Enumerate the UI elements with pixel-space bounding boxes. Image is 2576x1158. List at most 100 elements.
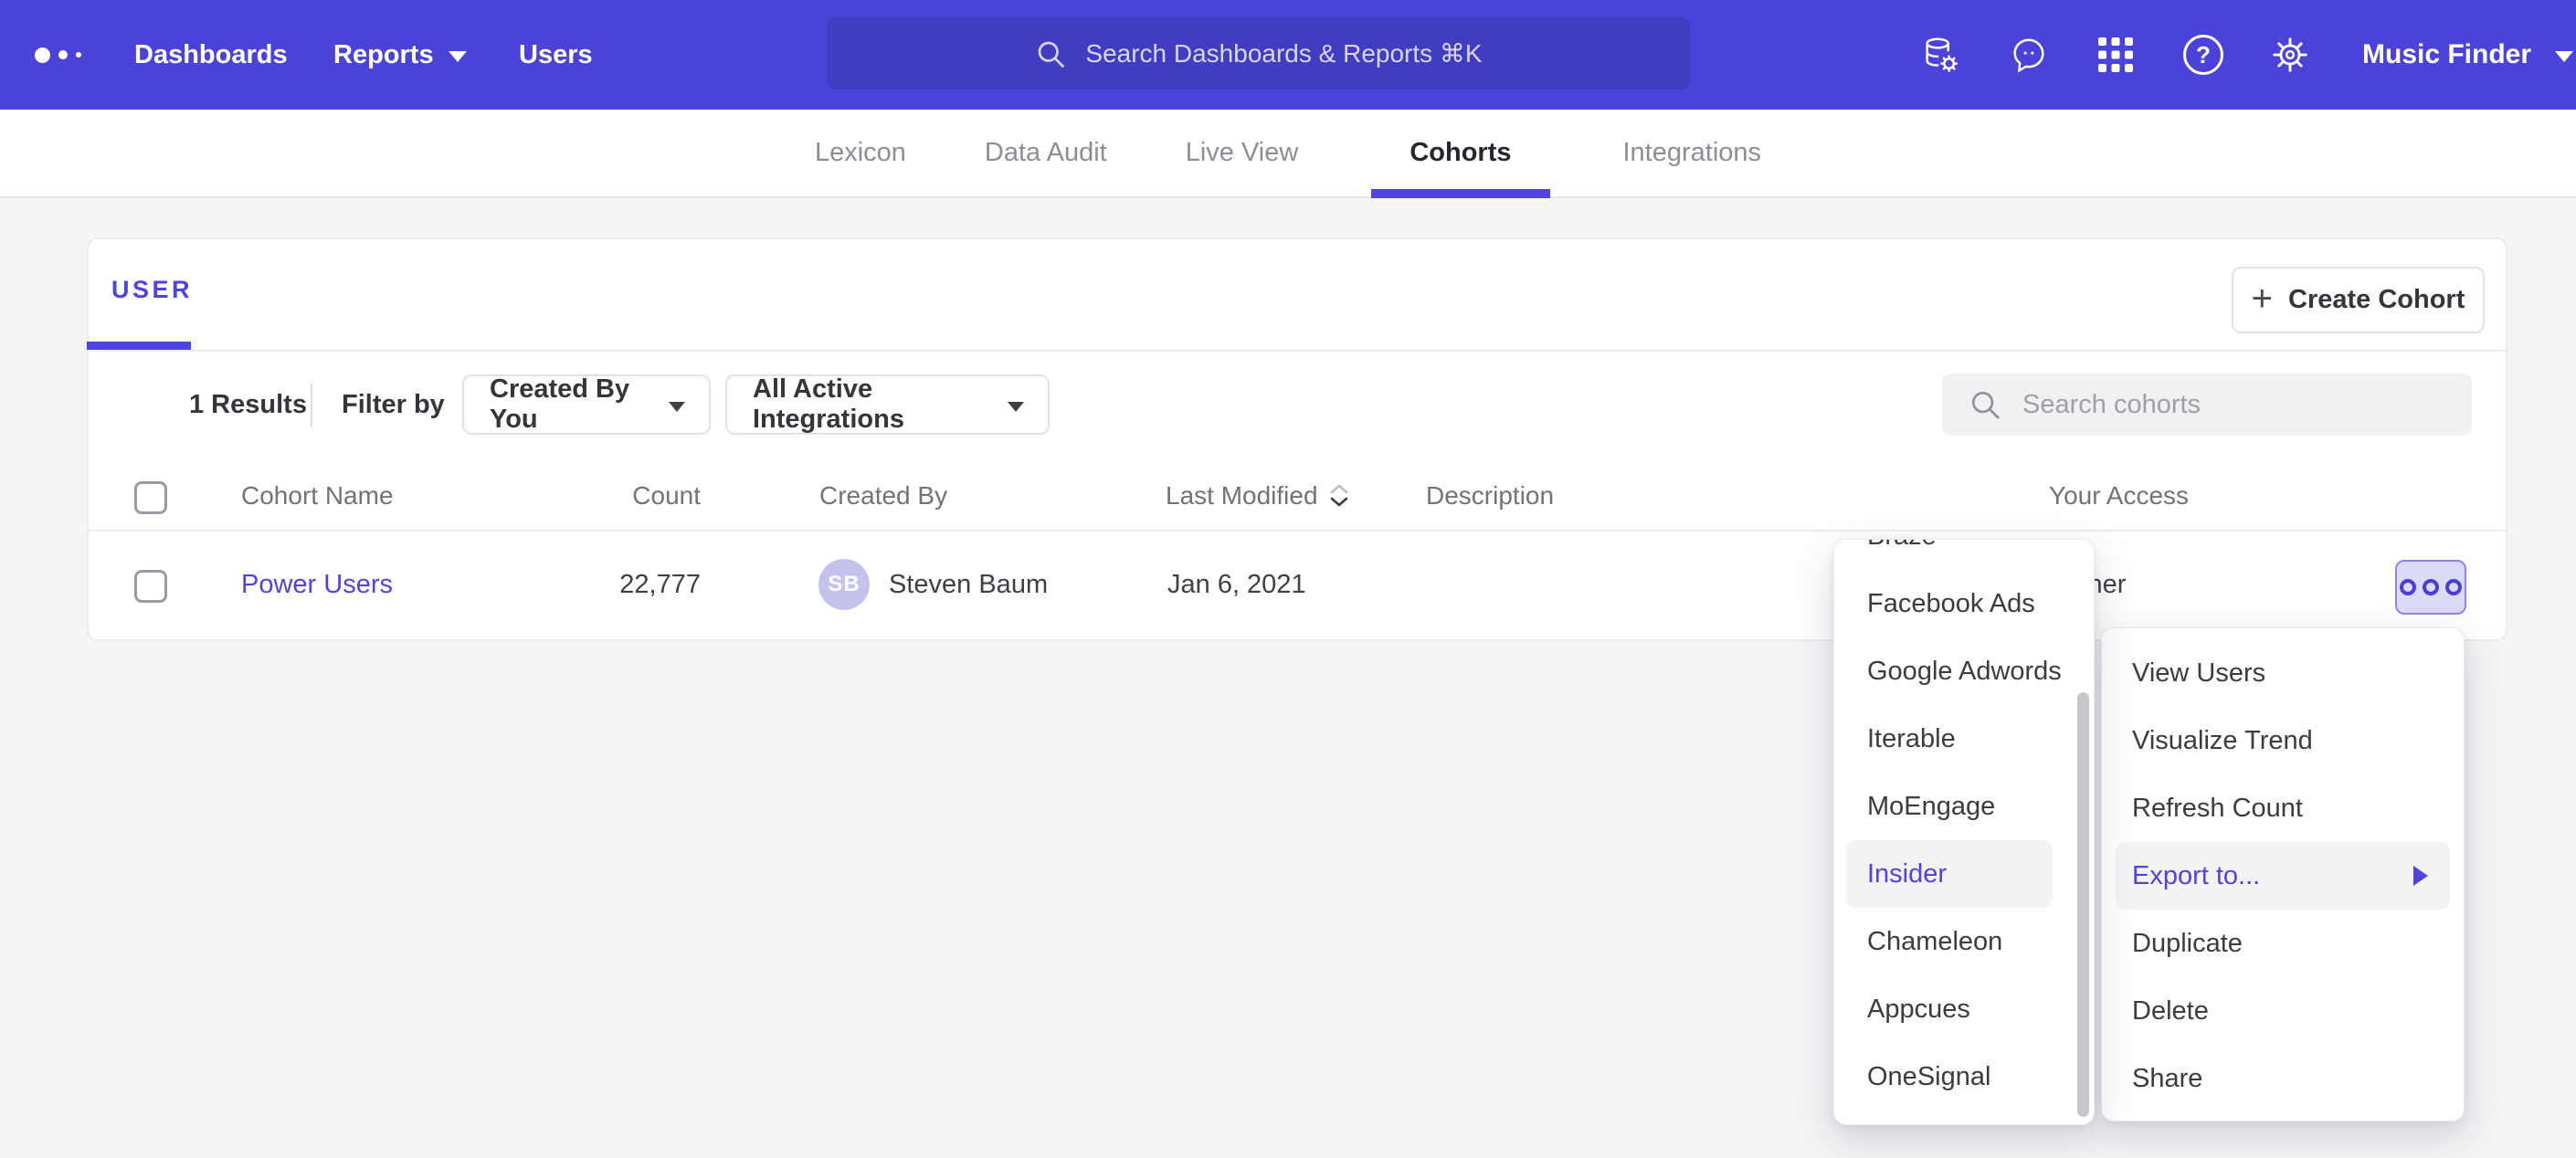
filter-value: All Active Integrations bbox=[753, 374, 987, 435]
menu-item-label: Duplicate bbox=[2132, 929, 2243, 958]
row-actions-menu: View Users Visualize Trend Refresh Count… bbox=[2101, 627, 2465, 1121]
logo-dot-small bbox=[76, 52, 81, 58]
menu-item-label: MoEngage bbox=[1867, 792, 1995, 821]
search-cohorts-input[interactable] bbox=[2022, 390, 2446, 420]
menu-item-label: View Users bbox=[2132, 658, 2265, 688]
menu-item-share[interactable]: Share bbox=[2102, 1045, 2464, 1112]
settings-gear-icon[interactable] bbox=[2269, 34, 2311, 76]
last-modified-date: Jan 6, 2021 bbox=[1167, 570, 1306, 600]
active-tab-underline bbox=[87, 342, 191, 350]
column-header-label: Last Modified bbox=[1166, 481, 1318, 511]
nav-item-label: Dashboards bbox=[134, 40, 288, 70]
row-actions-button[interactable] bbox=[2395, 560, 2466, 615]
database-gear-icon[interactable] bbox=[1920, 34, 1962, 76]
create-cohort-button[interactable]: + Create Cohort bbox=[2232, 267, 2485, 333]
export-target-moengage[interactable]: MoEngage bbox=[1834, 773, 2094, 840]
project-switcher[interactable]: Music Finder bbox=[2362, 0, 2573, 110]
panel-header-divider bbox=[87, 350, 2507, 352]
menu-item-view-users[interactable]: View Users bbox=[2102, 639, 2464, 707]
project-name: Music Finder bbox=[2362, 39, 2531, 70]
column-header-created-by[interactable]: Created By bbox=[819, 481, 947, 511]
feedback-bubble-icon[interactable] bbox=[2008, 34, 2050, 76]
help-glyph: ? bbox=[2196, 41, 2211, 69]
column-header-cohort-name[interactable]: Cohort Name bbox=[241, 481, 394, 511]
column-header-description[interactable]: Description bbox=[1426, 481, 1554, 511]
menu-item-label: Chameleon bbox=[1867, 927, 2002, 956]
tab-integrations[interactable]: Integrations bbox=[1618, 110, 1768, 196]
mixpanel-dots-logo-icon[interactable] bbox=[35, 0, 81, 110]
submenu-scrollbar-thumb[interactable] bbox=[2077, 692, 2089, 1117]
nav-item-dashboards[interactable]: Dashboards bbox=[134, 0, 288, 110]
avatar: SB bbox=[818, 559, 870, 610]
chevron-down-icon bbox=[669, 402, 685, 412]
apps-grid-icon[interactable] bbox=[2095, 34, 2137, 76]
menu-item-label: Appcues bbox=[1867, 995, 1970, 1024]
ellipsis-dot bbox=[2423, 579, 2439, 595]
export-target-facebook-ads[interactable]: Facebook Ads bbox=[1834, 570, 2094, 637]
menu-item-export-to[interactable]: Export to... bbox=[2116, 842, 2450, 910]
help-icon[interactable]: ? bbox=[2182, 34, 2224, 76]
tab-user-cohorts[interactable]: USER bbox=[111, 276, 193, 304]
section-tab-bar: Lexicon Data Audit Live View Cohorts Int… bbox=[0, 110, 2576, 198]
tab-lexicon[interactable]: Lexicon bbox=[809, 110, 912, 196]
filter-value: Created By You bbox=[490, 374, 649, 435]
tab-label: Lexicon bbox=[815, 138, 906, 168]
table-header-divider bbox=[87, 530, 2507, 532]
chevron-down-icon bbox=[1008, 402, 1024, 412]
select-all-checkbox[interactable] bbox=[134, 481, 167, 514]
menu-item-visualize-trend[interactable]: Visualize Trend bbox=[2102, 707, 2464, 774]
submenu-arrow-icon bbox=[2413, 866, 2428, 886]
created-by-name: Steven Baum bbox=[889, 570, 1048, 600]
menu-item-label: Refresh Count bbox=[2132, 794, 2303, 823]
nav-item-label: Users bbox=[519, 40, 593, 70]
search-cohorts-box bbox=[1942, 374, 2472, 436]
column-header-last-modified[interactable]: Last Modified bbox=[1166, 481, 1349, 511]
menu-item-label: OneSignal bbox=[1867, 1062, 1990, 1091]
export-target-iterable[interactable]: Iterable bbox=[1834, 705, 2094, 773]
integrations-filter-dropdown[interactable]: All Active Integrations bbox=[725, 374, 1050, 435]
create-cohort-label: Create Cohort bbox=[2288, 285, 2465, 315]
column-header-count[interactable]: Count bbox=[518, 481, 701, 511]
tab-label: Cohorts bbox=[1409, 138, 1511, 168]
menu-item-label: Visualize Trend bbox=[2132, 726, 2313, 755]
tab-cohorts[interactable]: Cohorts bbox=[1371, 110, 1549, 196]
row-checkbox[interactable] bbox=[134, 570, 167, 603]
tab-data-audit[interactable]: Data Audit bbox=[979, 110, 1113, 196]
tab-label: Integrations bbox=[1623, 138, 1762, 168]
sort-icon bbox=[1329, 483, 1349, 509]
menu-item-duplicate[interactable]: Duplicate bbox=[2102, 910, 2464, 977]
filter-by-label: Filter by bbox=[342, 390, 445, 420]
export-target-chameleon[interactable]: Chameleon bbox=[1834, 908, 2094, 975]
global-search-placeholder: Search Dashboards & Reports ⌘K bbox=[1085, 38, 1482, 68]
results-count: 1 Results bbox=[189, 390, 307, 420]
export-target-appcues[interactable]: Appcues bbox=[1834, 975, 2094, 1043]
logo-dot-medium bbox=[58, 50, 68, 59]
nav-item-reports[interactable]: Reports bbox=[333, 0, 467, 110]
nav-item-users[interactable]: Users bbox=[519, 0, 593, 110]
menu-item-delete[interactable]: Delete bbox=[2102, 977, 2464, 1045]
cohort-count: 22,777 bbox=[518, 570, 701, 600]
export-target-onesignal[interactable]: OneSignal bbox=[1834, 1043, 2094, 1111]
export-target-google-adwords[interactable]: Google Adwords bbox=[1834, 637, 2094, 705]
ellipsis-dot bbox=[2400, 579, 2416, 595]
nav-item-label: Reports bbox=[333, 40, 434, 70]
global-search-input[interactable]: Search Dashboards & Reports ⌘K bbox=[827, 17, 1690, 89]
tab-live-view[interactable]: Live View bbox=[1180, 110, 1304, 196]
search-icon bbox=[1034, 37, 1067, 70]
tab-label: Live View bbox=[1186, 138, 1299, 168]
cohort-name-link[interactable]: Power Users bbox=[241, 570, 393, 600]
menu-item-refresh-count[interactable]: Refresh Count bbox=[2102, 774, 2464, 842]
export-target-insider[interactable]: Insider bbox=[1846, 840, 2053, 908]
chevron-down-icon bbox=[449, 51, 467, 62]
menu-item-label: Braze bbox=[1867, 539, 1937, 551]
tab-label: Data Audit bbox=[985, 138, 1107, 168]
menu-item-label: Insider bbox=[1867, 859, 1947, 889]
menu-item-label: Delete bbox=[2132, 996, 2209, 1026]
export-target-braze[interactable]: Braze bbox=[1834, 539, 2094, 570]
created-by-filter-dropdown[interactable]: Created By You bbox=[462, 374, 711, 435]
menu-item-label: Share bbox=[2132, 1064, 2202, 1093]
menu-item-label: Google Adwords bbox=[1867, 657, 2062, 686]
cohorts-panel: USER + Create Cohort 1 Results Filter by… bbox=[87, 237, 2507, 641]
menu-item-label: Export to... bbox=[2132, 861, 2260, 890]
column-header-your-access[interactable]: Your Access bbox=[2049, 481, 2189, 511]
